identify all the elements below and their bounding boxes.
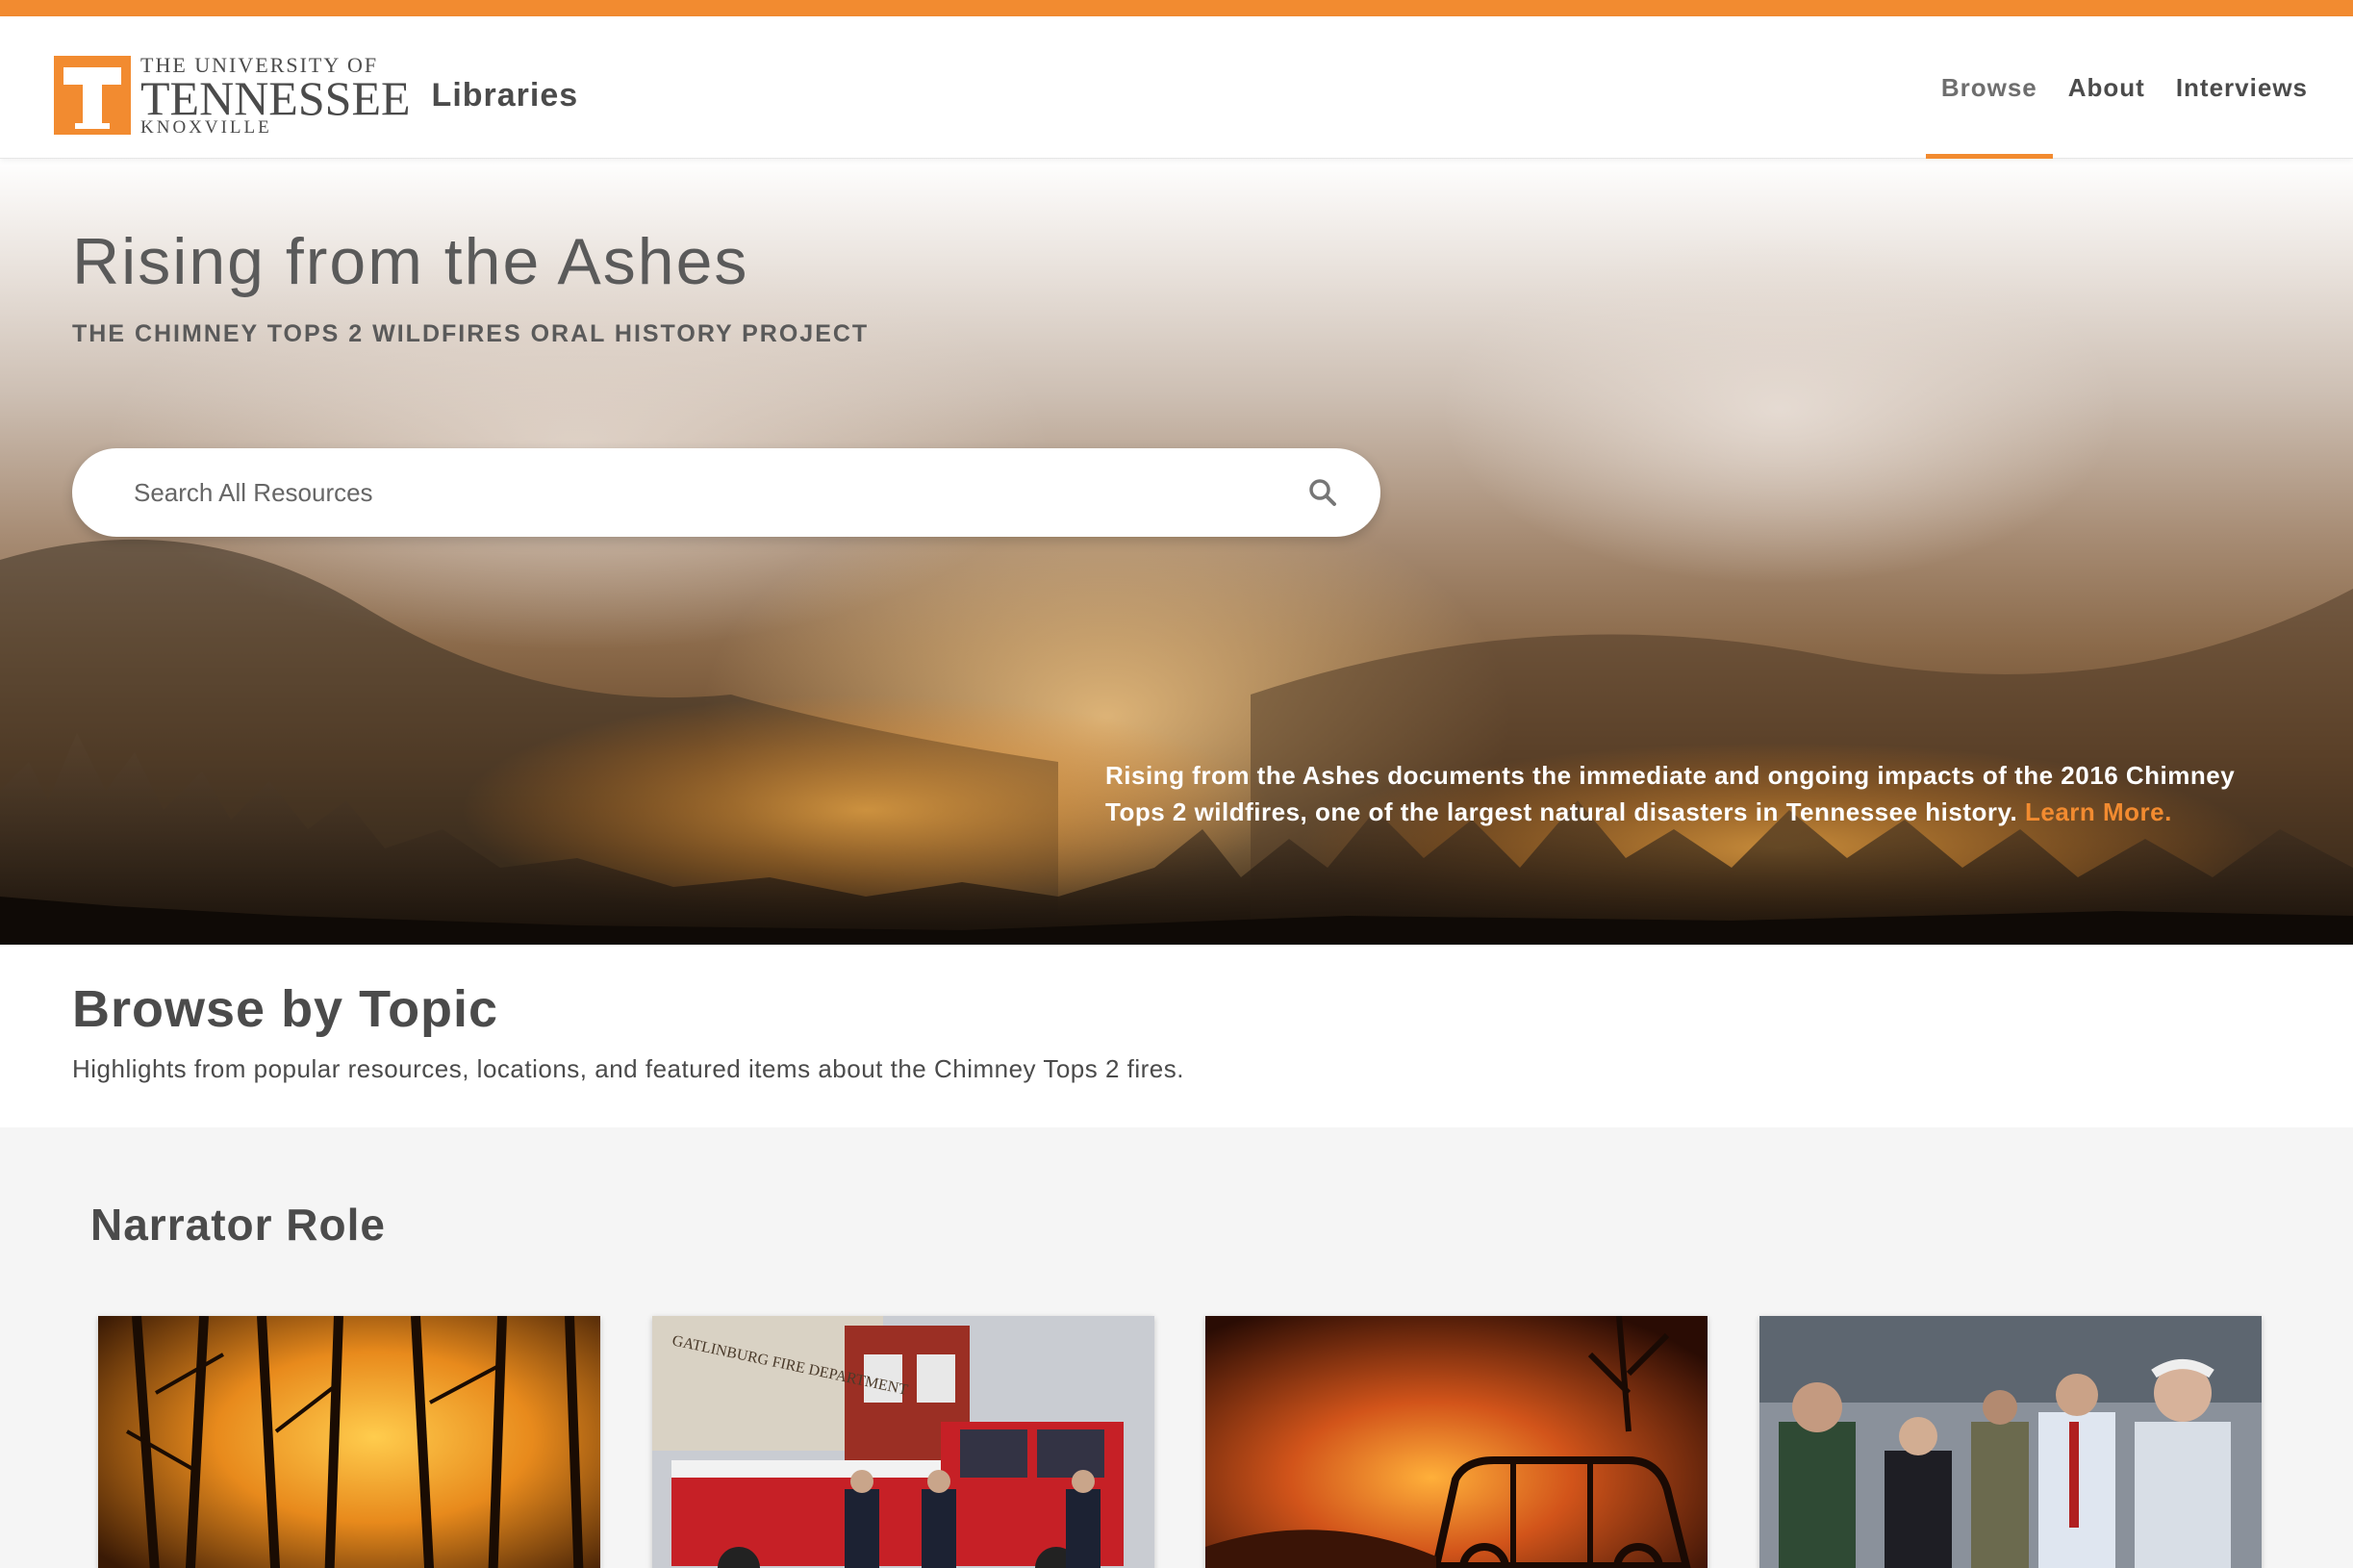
fire-department-image: GATLINBURG FIRE DEPARTMENT bbox=[652, 1316, 1154, 1568]
university-wordmark: THE UNIVERSITY OF TENNESSEE KNOXVILLE bbox=[140, 54, 411, 137]
card-officials[interactable] bbox=[1759, 1316, 2262, 1568]
card-burned-vehicle[interactable] bbox=[1205, 1316, 1708, 1568]
site-header: THE UNIVERSITY OF TENNESSEE KNOXVILLE Li… bbox=[0, 16, 2353, 159]
power-t-logo-icon bbox=[54, 56, 131, 135]
nav-browse[interactable]: Browse bbox=[1925, 16, 2053, 159]
wordmark-line-2: TENNESSEE bbox=[140, 70, 411, 125]
burned-vehicle-image bbox=[1205, 1316, 1708, 1568]
hero-banner: Rising from the Ashes THE CHIMNEY TOPS 2… bbox=[0, 159, 2353, 945]
officials-group-image bbox=[1759, 1316, 2262, 1568]
narrator-role-section: Narrator Role GATLINBURG FIRE DEPARTMENT bbox=[0, 1127, 2353, 1568]
forest-fire-image bbox=[98, 1316, 600, 1568]
browse-by-topic: Browse by Topic Highlights from popular … bbox=[0, 945, 2353, 1127]
browse-subtitle: Highlights from popular resources, locat… bbox=[72, 1054, 1184, 1083]
browse-title: Browse by Topic bbox=[72, 980, 499, 1038]
main-nav: Browse About Interviews bbox=[1910, 16, 2308, 159]
card-forest-fire[interactable] bbox=[98, 1316, 600, 1568]
ut-libraries-logo[interactable]: THE UNIVERSITY OF TENNESSEE KNOXVILLE Li… bbox=[54, 47, 578, 143]
top-accent-strip bbox=[0, 0, 2353, 16]
section-title: Narrator Role bbox=[90, 1200, 386, 1250]
hero-description: Rising from the Ashes documents the imme… bbox=[1105, 757, 2289, 830]
nav-interviews[interactable]: Interviews bbox=[2176, 16, 2308, 159]
hero-title: Rising from the Ashes bbox=[72, 225, 749, 298]
search-icon[interactable] bbox=[1307, 477, 1338, 508]
learn-more-link[interactable]: Learn More. bbox=[2025, 797, 2172, 826]
site-name: Libraries bbox=[431, 76, 579, 114]
card-fire-department[interactable]: GATLINBURG FIRE DEPARTMENT bbox=[652, 1316, 1154, 1568]
search-bar bbox=[72, 448, 1380, 537]
search-input[interactable] bbox=[134, 448, 1269, 537]
hero-subtitle: THE CHIMNEY TOPS 2 WILDFIRES ORAL HISTOR… bbox=[72, 320, 870, 347]
nav-about[interactable]: About bbox=[2068, 16, 2145, 159]
